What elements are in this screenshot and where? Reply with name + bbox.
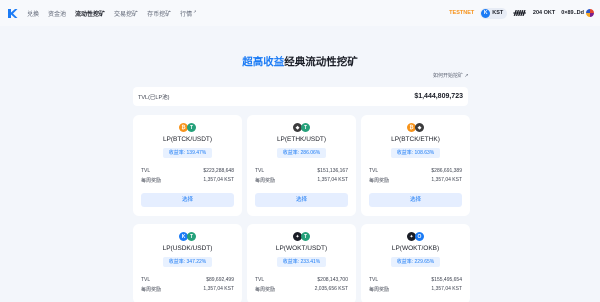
token-symbol: KST xyxy=(492,10,504,16)
pool-name: LP(USDK/USDT) xyxy=(162,245,213,252)
reward-row: 每周奖励 1,357,04 KST xyxy=(255,177,348,184)
wallet-avatar xyxy=(586,9,594,17)
testnet-badge: TESTNET xyxy=(449,10,475,16)
pool-card: ₿ ◆ LP(BTCK/ETHK) 收益率: 108.63% TVL $286,6… xyxy=(361,115,470,216)
pool-card: ✦ O LP(WOKT/OKB) 收益率: 229.65% TVL $155,49… xyxy=(361,224,470,302)
wallet-balance: 204 OKT xyxy=(532,10,556,16)
apy-badge: 收益率: 139.47% xyxy=(163,148,212,158)
select-button[interactable]: 选择 xyxy=(369,193,462,207)
pair-icons: ◆ T xyxy=(247,123,356,132)
pair-icons: K T xyxy=(133,232,242,241)
tvl-row: TVL $223,288,648 xyxy=(141,168,234,174)
tvl-row: TVL $208,143,700 xyxy=(255,277,348,283)
pair-icons: ₿ T xyxy=(133,123,242,132)
nav-right-group: TESTNET K KST ᚏ 204 OKT 0×89..Dd xyxy=(449,0,594,26)
pool-name: LP(WOKT/USDT) xyxy=(275,245,328,252)
nav-item-market[interactable]: 行情↗ xyxy=(180,9,196,18)
wallet-address: 0×89..Dd xyxy=(561,10,584,16)
pool-name: LP(BTCK/ETHK) xyxy=(391,136,440,143)
pool-name: LP(ETHK/USDT) xyxy=(276,136,327,143)
nav-item-swap[interactable]: 兑换 xyxy=(27,9,39,18)
apy-badge: 收益率: 229.65% xyxy=(391,257,440,267)
apy-badge: 收益率: 108.63% xyxy=(391,148,440,158)
nav-item-trade-mining[interactable]: 交易挖矿 xyxy=(114,9,138,18)
token-selector[interactable]: K KST xyxy=(480,7,508,19)
pool-name: LP(WOKT/OKB) xyxy=(391,245,440,252)
ethk-icon: ◆ xyxy=(415,123,424,132)
main-nav: 兑换 资金池 流动性挖矿 交易挖矿 存币挖矿 行情↗ xyxy=(27,0,205,26)
top-nav-bar: 兑换 资金池 流动性挖矿 交易挖矿 存币挖矿 行情↗ TESTNET K KST… xyxy=(0,0,600,26)
apy-badge: 收益率: 286.06% xyxy=(277,148,326,158)
apy-badge: 收益率: 233.41% xyxy=(277,257,326,267)
title-highlight: 超高收益 xyxy=(242,56,285,68)
page-title: 超高收益经典流动性挖矿 xyxy=(0,54,600,69)
select-button[interactable]: 选择 xyxy=(141,193,234,207)
usdt-icon: T xyxy=(301,123,310,132)
select-button[interactable]: 选择 xyxy=(255,193,348,207)
reward-row: 每周奖励 2,035,656 KST xyxy=(255,286,348,293)
network-switch-icon[interactable]: ᚏ xyxy=(513,9,526,17)
external-link-icon: ↗ xyxy=(193,8,197,14)
pair-icons: ₿ ◆ xyxy=(361,123,470,132)
tvl-label: TVL(已LP池) xyxy=(138,94,170,101)
tvl-value: $1,444,809,723 xyxy=(414,93,463,100)
app-logo-icon[interactable] xyxy=(7,8,18,19)
tvl-row: TVL $155,495,654 xyxy=(369,277,462,283)
pool-card: ₿ T LP(BTCK/USDT) 收益率: 139.47% TVL $223,2… xyxy=(133,115,242,216)
okb-icon: O xyxy=(415,232,424,241)
reward-row: 每周奖励 1,357,04 KST xyxy=(369,177,462,184)
pair-icons: ✦ T xyxy=(247,232,356,241)
nav-item-deposit-mining[interactable]: 存币挖矿 xyxy=(147,9,171,18)
reward-row: 每周奖励 1,357,04 KST xyxy=(141,177,234,184)
pool-card: ✦ T LP(WOKT/USDT) 收益率: 233.41% TVL $208,1… xyxy=(247,224,356,302)
tvl-row: TVL $89,692,499 xyxy=(141,277,234,283)
wallet-address-button[interactable]: 0×89..Dd xyxy=(561,9,594,17)
tvl-row: TVL $286,691,389 xyxy=(369,168,462,174)
pool-name: LP(BTCK/USDT) xyxy=(162,136,213,143)
pair-icons: ✦ O xyxy=(361,232,470,241)
total-tvl-bar: TVL(已LP池) $1,444,809,723 xyxy=(133,87,468,106)
usdt-icon: T xyxy=(187,123,196,132)
pool-card: K T LP(USDK/USDT) 收益率: 347.22% TVL $89,69… xyxy=(133,224,242,302)
title-rest: 经典流动性挖矿 xyxy=(284,56,358,68)
usdt-icon: T xyxy=(301,232,310,241)
apy-badge: 收益率: 347.22% xyxy=(163,257,212,267)
nav-item-liquidity-mining[interactable]: 流动性挖矿 xyxy=(75,9,105,18)
usdt-icon: T xyxy=(187,232,196,241)
kst-token-icon: K xyxy=(481,8,491,18)
reward-row: 每周奖励 1,357,04 KST xyxy=(369,286,462,293)
reward-row: 每周奖励 1,357,04 KST xyxy=(141,286,234,293)
tvl-row: TVL $151,136,167 xyxy=(255,168,348,174)
nav-item-pool[interactable]: 资金池 xyxy=(48,9,66,18)
pool-card: ◆ T LP(ETHK/USDT) 收益率: 286.06% TVL $151,1… xyxy=(247,115,356,216)
how-to-start-link[interactable]: 如何开始挖矿 ↗ xyxy=(433,72,469,79)
